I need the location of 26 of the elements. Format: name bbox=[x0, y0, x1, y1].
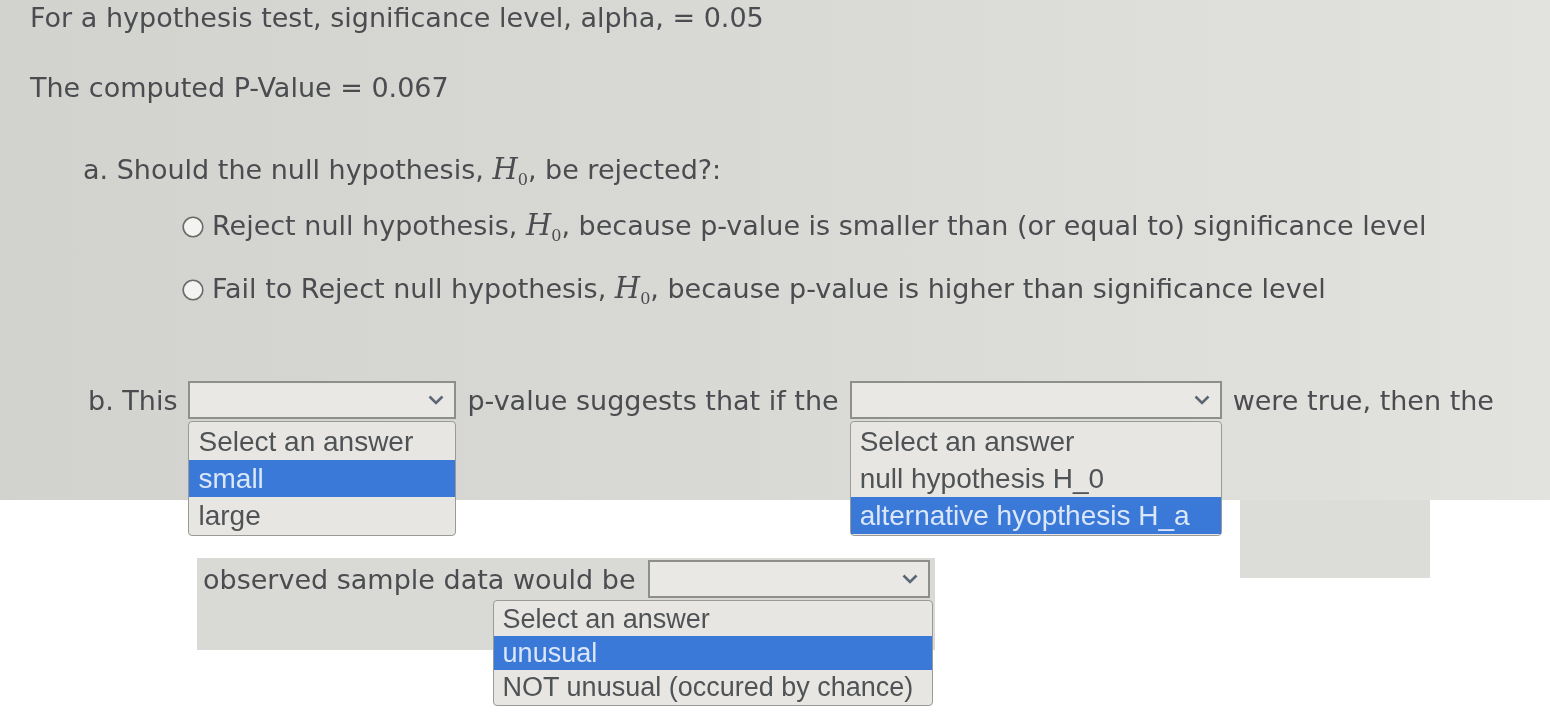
problem-text: For a hypothesis test, significance level, alpha, = 0.05 bbox=[30, 2, 764, 34]
dropdown-option[interactable]: Select an answer bbox=[493, 602, 932, 636]
dropdown-option[interactable]: alternative hyopthesis H_a bbox=[850, 497, 1221, 534]
chevron-down-icon bbox=[1193, 395, 1210, 405]
dropdown-option[interactable]: NOT unusual (occured by chance) bbox=[493, 670, 932, 704]
choice-text: Fail to Reject null hypothesis, H$_{0}$, because p-value is higher than significance level bbox=[212, 272, 1326, 308]
problem-text: The computed P-Value = 0.067 bbox=[30, 72, 449, 104]
dropdown-option[interactable]: small bbox=[189, 460, 456, 497]
sentence-text: observed sample data would be bbox=[203, 563, 636, 595]
radio-button[interactable] bbox=[182, 216, 204, 238]
sentence-text: b. This bbox=[88, 384, 178, 416]
radio-button[interactable] bbox=[182, 279, 204, 301]
sentence-text: p-value suggests that if the bbox=[467, 384, 839, 416]
dropdown-option[interactable]: Select an answer bbox=[850, 423, 1221, 460]
dropdown-option[interactable]: unusual bbox=[493, 636, 932, 670]
dropdown-option[interactable]: Select an answer bbox=[189, 423, 456, 460]
sentence-text: were true, then the bbox=[1232, 384, 1494, 416]
answer-dropdown[interactable] bbox=[849, 381, 1222, 419]
answer-dropdown[interactable] bbox=[188, 381, 457, 419]
chevron-down-icon bbox=[901, 574, 918, 584]
answer-dropdown[interactable] bbox=[647, 560, 930, 598]
choice-text: Reject null hypothesis, H$_{0}$, because p-value is smaller than (or equal to) significance level bbox=[212, 209, 1427, 245]
chevron-down-icon bbox=[428, 395, 445, 405]
dropdown-option[interactable]: null hypothesis H_0 bbox=[850, 460, 1221, 497]
dropdown-option[interactable]: large bbox=[189, 497, 456, 534]
question-text: a. Should the null hypothesis, H$_{0}$, be rejected?: bbox=[83, 154, 722, 186]
